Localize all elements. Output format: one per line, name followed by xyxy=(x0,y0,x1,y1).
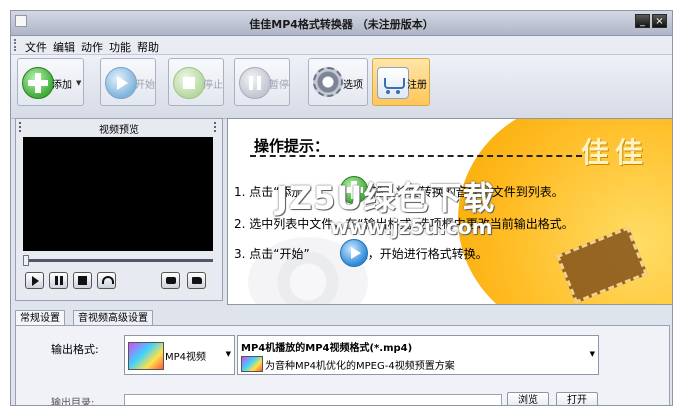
seek-thumb[interactable] xyxy=(23,255,29,266)
preview-stop-button[interactable] xyxy=(73,272,92,289)
close-button[interactable]: × xyxy=(652,14,667,28)
pause-button[interactable]: 暂停 xyxy=(234,58,290,106)
open-button[interactable]: 打开 xyxy=(556,392,598,405)
stop-icon xyxy=(173,67,205,99)
brand-mark: 佳佳 xyxy=(581,136,650,169)
cart-icon xyxy=(377,67,409,99)
options-button-label: 选项 xyxy=(343,80,363,91)
output-dir-input[interactable] xyxy=(124,394,502,405)
watermark-url: www.jz5u.com xyxy=(330,215,493,239)
format-category-select[interactable]: MP4视频 ▼ xyxy=(124,335,235,375)
window-title: 佳佳MP4格式转换器 （未注册版本） xyxy=(249,18,434,31)
pause-button-label: 暂停 xyxy=(269,80,289,91)
pause-icon xyxy=(239,67,271,99)
tips-divider xyxy=(250,155,582,157)
menu-help[interactable]: 帮助 xyxy=(137,39,159,55)
gear-icon xyxy=(313,67,343,97)
tips-panel: 佳佳 操作提示： 1. 点击“添加” 按钮输入将要转换的音视频文件到列表。 2. … xyxy=(227,118,672,305)
play-icon xyxy=(340,239,368,267)
add-button[interactable]: 添加 ▼ xyxy=(17,58,84,106)
stop-button-label: 停止 xyxy=(203,80,223,91)
preview-grip-right xyxy=(214,122,218,132)
tips-heading: 操作提示： xyxy=(254,137,330,155)
register-button-label: 注册 xyxy=(407,80,427,91)
app-window: 佳佳MP4格式转换器 （未注册版本） _ × 文件 编辑 动作 功能 帮助 添加… xyxy=(10,10,673,406)
video-preview-panel: 视频预览 xyxy=(15,118,223,301)
add-icon xyxy=(22,67,54,99)
video-screen xyxy=(23,137,213,251)
menu-grip xyxy=(14,39,18,51)
title-bar: 佳佳MP4格式转换器 （未注册版本） _ × xyxy=(11,11,672,36)
preview-pause-button[interactable] xyxy=(49,272,68,289)
tab-advanced-av[interactable]: 音视频高级设置 xyxy=(73,310,153,326)
toolbar: 添加 ▼ 开始 停止 暂停 选项 注册 xyxy=(11,54,672,119)
format-category-value: MP4视频 xyxy=(165,352,207,363)
format-preset-title: MP4机播放的MP4视频格式(*.mp4) xyxy=(241,343,413,354)
output-format-label: 输出格式: xyxy=(51,343,99,356)
add-button-label: 添加 xyxy=(52,80,72,91)
open-folder-button[interactable] xyxy=(187,272,206,289)
chevron-down-icon: ▼ xyxy=(225,350,231,358)
output-dir-label: 输出目录: xyxy=(51,398,95,406)
format-preset-select[interactable]: MP4机播放的MP4视频格式(*.mp4) 为音种MP4机优化的MPEG-4视频… xyxy=(237,335,599,375)
preview-title: 视频预览 xyxy=(99,125,139,136)
play-icon xyxy=(105,67,137,99)
seek-track[interactable] xyxy=(23,259,213,262)
format-preset-description: 为音种MP4机优化的MPEG-4视频预置方案 xyxy=(265,361,455,372)
format-thumbnail xyxy=(128,342,164,370)
volume-button[interactable] xyxy=(97,272,116,289)
options-button[interactable]: 选项 xyxy=(308,58,368,106)
snapshot-button[interactable] xyxy=(161,272,180,289)
minimize-button[interactable]: _ xyxy=(635,14,650,28)
menu-bar: 文件 编辑 动作 功能 帮助 xyxy=(11,36,672,54)
tip-step-3-pre: 3. 点击“开始” xyxy=(234,247,310,261)
browse-button[interactable]: 浏览 xyxy=(507,392,549,405)
preview-play-button[interactable] xyxy=(25,272,44,289)
start-button-label: 开始 xyxy=(135,80,155,91)
menu-action[interactable]: 动作 xyxy=(81,39,103,55)
chevron-down-icon: ▼ xyxy=(589,350,595,358)
menu-edit[interactable]: 编辑 xyxy=(53,39,75,55)
start-button[interactable]: 开始 xyxy=(100,58,156,106)
register-button[interactable]: 注册 xyxy=(372,58,430,106)
menu-file[interactable]: 文件 xyxy=(25,39,47,55)
watermark-logo: JZ5U绿色下载 xyxy=(276,179,496,217)
menu-function[interactable]: 功能 xyxy=(109,39,131,55)
add-dropdown-icon[interactable]: ▼ xyxy=(76,79,81,87)
stop-button[interactable]: 停止 xyxy=(168,58,224,106)
format-preset-thumbnail xyxy=(241,356,263,372)
